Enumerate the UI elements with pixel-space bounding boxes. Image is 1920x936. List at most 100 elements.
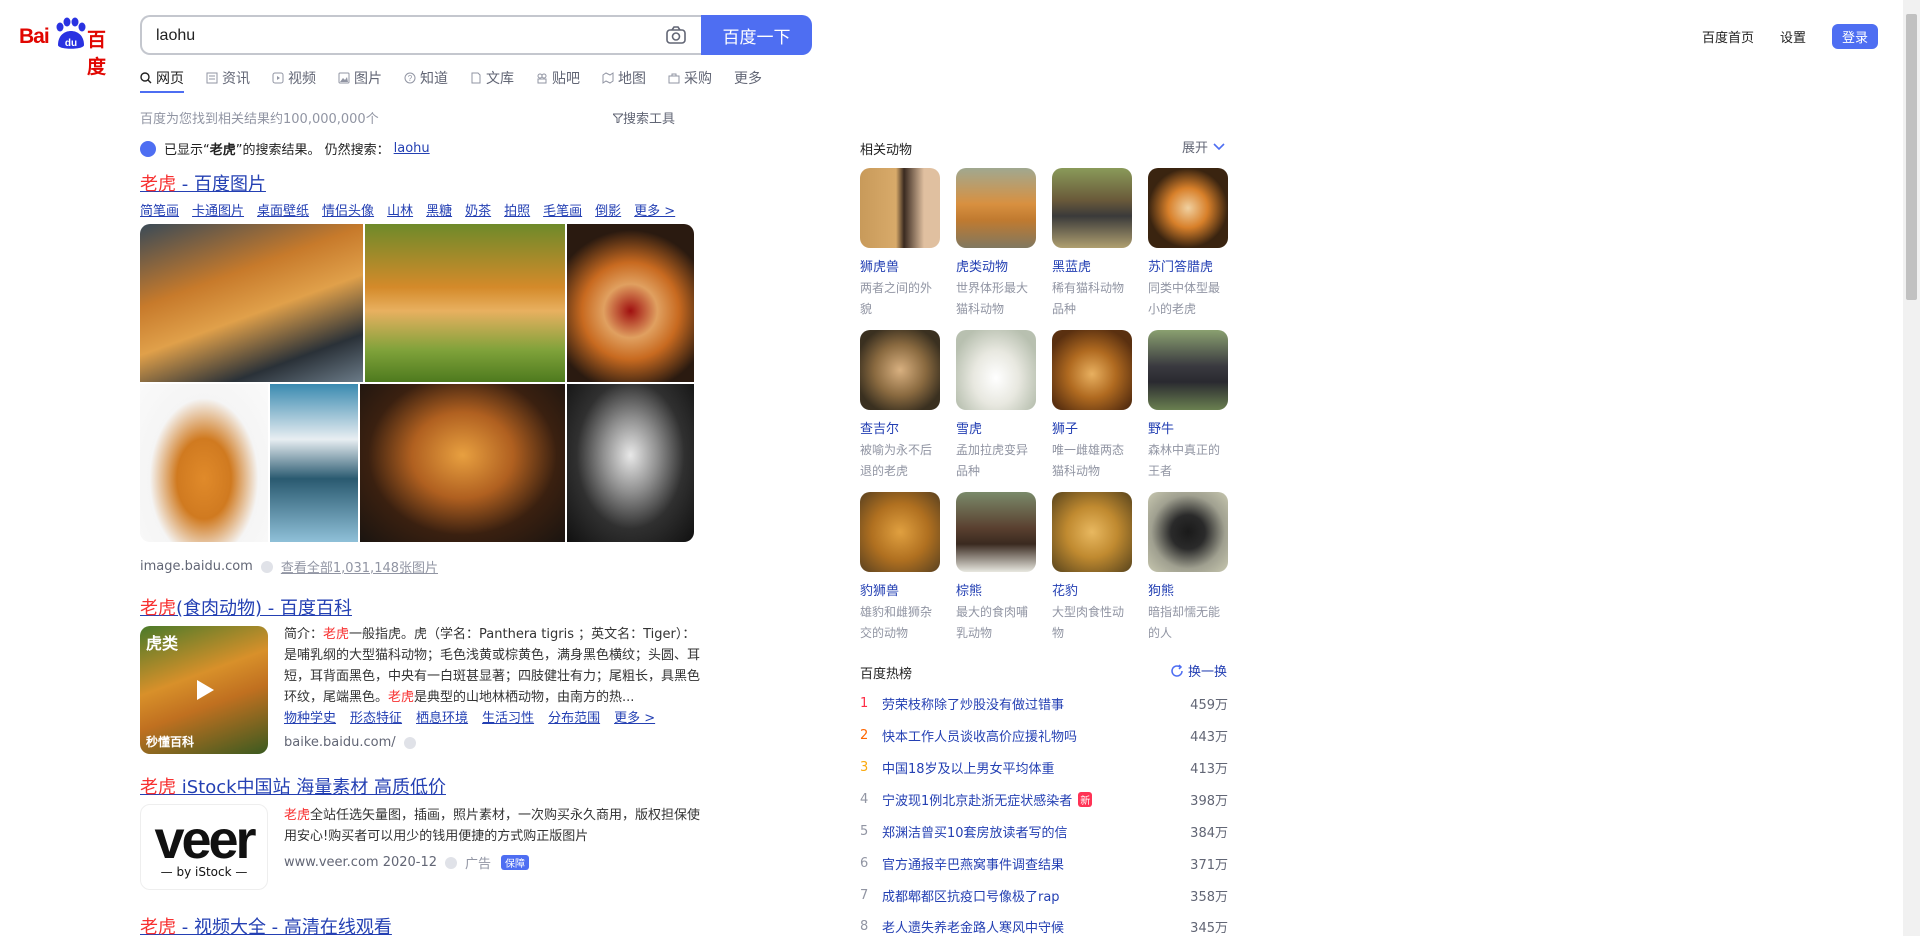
animal-image[interactable] — [1052, 330, 1132, 410]
tab-more[interactable]: 更多 — [734, 68, 762, 88]
hot-text[interactable]: 老人遗失养老金路人寒风中守候 — [882, 917, 1064, 936]
hot-text[interactable]: 郑渊洁曾买10套房放读者写的信 — [882, 822, 1068, 841]
dropdown-icon[interactable] — [260, 560, 273, 573]
related-animal-card[interactable]: 野牛 森林中真正的王者 — [1148, 330, 1230, 482]
tab-images[interactable]: 图片 — [338, 68, 382, 88]
tab-wenku[interactable]: 文库 — [470, 68, 514, 88]
home-link[interactable]: 百度首页 — [1702, 27, 1754, 46]
tiger-image[interactable] — [270, 384, 358, 542]
hot-text[interactable]: 官方通报辛巴燕窝事件调查结果 — [882, 854, 1064, 873]
animal-image[interactable] — [956, 492, 1036, 572]
sub-link[interactable]: 山林 — [387, 200, 413, 219]
scroll-thumb[interactable] — [1906, 14, 1917, 300]
refresh-button[interactable]: 换一换 — [1170, 661, 1227, 680]
hot-text[interactable]: 成都郫都区抗疫口号像极了rap — [882, 886, 1060, 905]
sub-link[interactable]: 毛笔画 — [543, 200, 582, 219]
alt-search-link[interactable]: laohu — [394, 141, 430, 156]
related-animal-card[interactable]: 狮子 唯一雌雄两态猫科动物 — [1052, 330, 1134, 482]
dropdown-icon[interactable] — [403, 736, 416, 749]
hot-text[interactable]: 快本工作人员谈收高价应援礼物吗 — [882, 726, 1077, 745]
related-animal-card[interactable]: 狗熊 暗指却懦无能的人 — [1148, 492, 1230, 644]
related-animal-card[interactable]: 苏门答腊虎 同类中体型最小的老虎 — [1148, 168, 1230, 320]
tiger-image[interactable] — [567, 384, 694, 542]
animal-image[interactable] — [1148, 492, 1228, 572]
related-animal-card[interactable]: 查吉尔 被喻为永不后退的老虎 — [860, 330, 942, 482]
veer-result-title[interactable]: 老虎 iStock中国站 海量素材 高质低价 — [140, 773, 446, 799]
dropdown-icon[interactable] — [445, 856, 458, 869]
hot-item[interactable]: 4 宁波现1例北京赴浙无症状感染者 新 398万 — [860, 790, 1228, 809]
hot-item[interactable]: 2 快本工作人员谈收高价应援礼物吗 443万 — [860, 726, 1228, 745]
sub-link[interactable]: 情侣头像 — [322, 200, 374, 219]
hot-item[interactable]: 8 老人遗失养老金路人寒风中守候 345万 — [860, 917, 1228, 936]
related-animal-card[interactable]: 豹狮兽 雄豹和雌狮杂交的动物 — [860, 492, 942, 644]
animal-image[interactable] — [1052, 492, 1132, 572]
section-link[interactable]: 栖息环境 — [416, 707, 468, 726]
animal-image[interactable] — [860, 330, 940, 410]
animal-image[interactable] — [860, 492, 940, 572]
image-result-title[interactable]: 老虎 - 百度图片 — [140, 170, 266, 196]
tab-news[interactable]: 资讯 — [206, 68, 250, 88]
animal-name[interactable]: 花豹 — [1052, 580, 1134, 599]
search-box[interactable] — [140, 15, 702, 55]
baike-video-thumbnail[interactable]: 虎类 秒懂百科 — [140, 626, 268, 754]
animal-name[interactable]: 狮虎兽 — [860, 256, 942, 275]
related-animal-card[interactable]: 花豹 大型肉食性动物 — [1052, 492, 1134, 644]
video-result-title[interactable]: 老虎 - 视频大全 - 高清在线观看 — [140, 913, 392, 936]
animal-image[interactable] — [1148, 330, 1228, 410]
login-button[interactable]: 登录 — [1831, 24, 1878, 49]
tiger-image[interactable] — [360, 384, 565, 542]
hot-item[interactable]: 5 郑渊洁曾买10套房放读者写的信 384万 — [860, 822, 1228, 841]
tab-video[interactable]: 视频 — [272, 68, 316, 88]
sub-link[interactable]: 桌面壁纸 — [257, 200, 309, 219]
settings-link[interactable]: 设置 — [1780, 27, 1806, 46]
page-scrollbar[interactable] — [1903, 0, 1920, 936]
view-all-images-link[interactable]: 查看全部1,031,148张图片 — [281, 557, 438, 576]
hot-item[interactable]: 7 成都郫都区抗疫口号像极了rap 358万 — [860, 886, 1228, 905]
sub-link[interactable]: 倒影 — [595, 200, 621, 219]
animal-image[interactable] — [956, 330, 1036, 410]
tab-zhidao[interactable]: ? 知道 — [404, 68, 448, 88]
animal-name[interactable]: 雪虎 — [956, 418, 1038, 437]
animal-image[interactable] — [956, 168, 1036, 248]
sub-link[interactable]: 简笔画 — [140, 200, 179, 219]
hot-text[interactable]: 宁波现1例北京赴浙无症状感染者 — [882, 790, 1072, 809]
animal-name[interactable]: 豹狮兽 — [860, 580, 942, 599]
tab-map[interactable]: 地图 — [602, 68, 646, 88]
hot-text[interactable]: 中国18岁及以上男女平均体重 — [882, 758, 1055, 777]
hot-item[interactable]: 1 劳荣枝称除了炒股没有做过错事 459万 — [860, 694, 1228, 713]
tiger-image[interactable] — [365, 224, 565, 382]
search-button[interactable]: 百度一下 — [701, 15, 812, 55]
animal-name[interactable]: 虎类动物 — [956, 256, 1038, 275]
search-input[interactable] — [156, 25, 636, 47]
tiger-image[interactable] — [567, 224, 694, 382]
tab-purchase[interactable]: 采购 — [668, 68, 712, 88]
sub-link-more[interactable]: 更多 > — [634, 200, 675, 219]
sub-link[interactable]: 拍照 — [504, 200, 530, 219]
hot-text[interactable]: 劳荣枝称除了炒股没有做过错事 — [882, 694, 1064, 713]
animal-image[interactable] — [1148, 168, 1228, 248]
section-link-more[interactable]: 更多 > — [614, 707, 655, 726]
related-animal-card[interactable]: 棕熊 最大的食肉哺乳动物 — [956, 492, 1038, 644]
animal-name[interactable]: 野牛 — [1148, 418, 1230, 437]
baike-result-title[interactable]: 老虎(食肉动物) - 百度百科 — [140, 594, 352, 620]
related-animal-card[interactable]: 雪虎 孟加拉虎变异品种 — [956, 330, 1038, 482]
section-link[interactable]: 生活习性 — [482, 707, 534, 726]
camera-icon[interactable] — [666, 26, 686, 44]
animal-name[interactable]: 黑蓝虎 — [1052, 256, 1134, 275]
animal-name[interactable]: 棕熊 — [956, 580, 1038, 599]
tab-tieba[interactable]: 贴吧 — [536, 68, 580, 88]
section-link[interactable]: 物种学史 — [284, 707, 336, 726]
tiger-image[interactable] — [140, 384, 268, 542]
animal-name[interactable]: 狮子 — [1052, 418, 1134, 437]
sub-link[interactable]: 黑糖 — [426, 200, 452, 219]
sub-link[interactable]: 卡通图片 — [192, 200, 244, 219]
animal-name[interactable]: 狗熊 — [1148, 580, 1230, 599]
hot-item[interactable]: 3 中国18岁及以上男女平均体重 413万 — [860, 758, 1228, 777]
related-animal-card[interactable]: 狮虎兽 两者之间的外貌 — [860, 168, 942, 320]
tiger-image[interactable] — [140, 224, 363, 382]
animal-image[interactable] — [1052, 168, 1132, 248]
tab-web[interactable]: 网页 — [140, 68, 184, 88]
veer-logo-thumbnail[interactable]: veer — by iStock — — [140, 804, 268, 890]
section-link[interactable]: 形态特征 — [350, 707, 402, 726]
guarantee-badge[interactable]: 保障 — [501, 855, 530, 870]
